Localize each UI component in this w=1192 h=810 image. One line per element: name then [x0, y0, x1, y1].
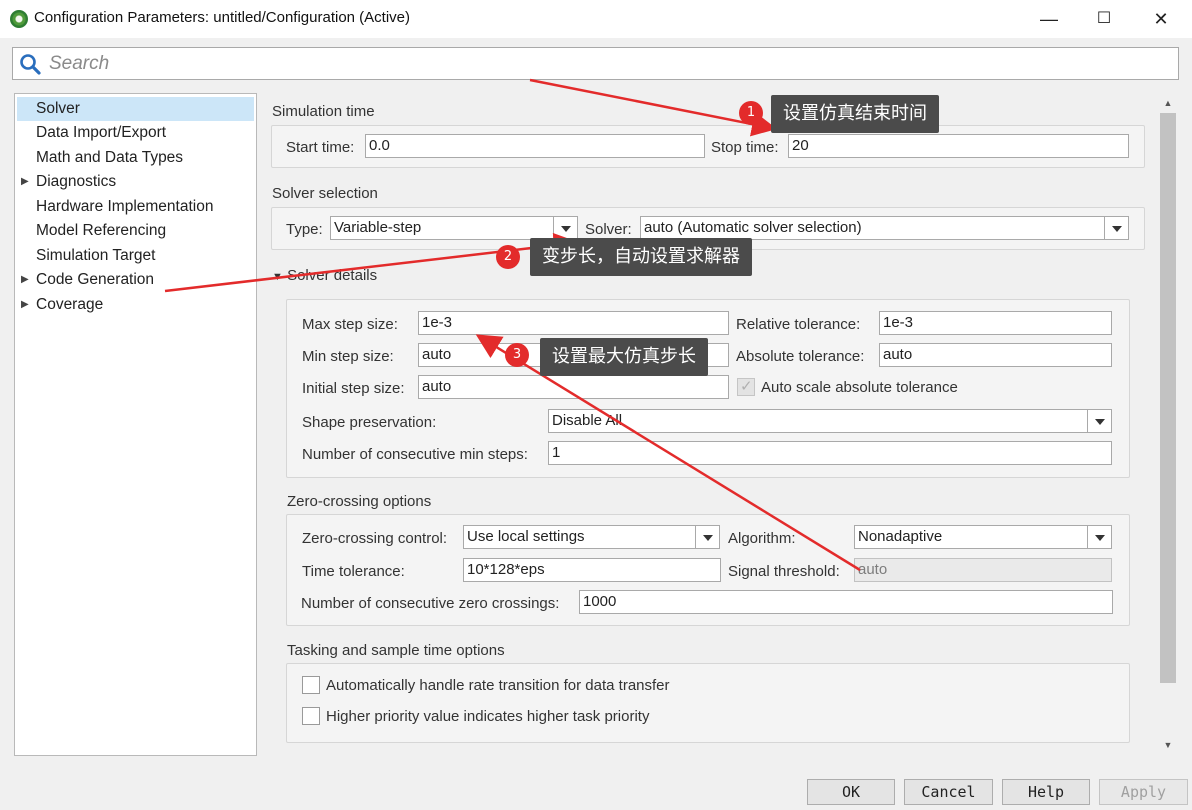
solver-dropdown[interactable]: auto (Automatic solver selection) — [640, 216, 1129, 240]
tree-item-label: Solver — [36, 100, 80, 117]
tree-item-model-referencing[interactable]: Model Referencing — [15, 219, 253, 243]
scroll-down-icon[interactable]: ▼ — [1160, 738, 1176, 752]
task-priority-label: Higher priority value indicates higher t… — [326, 708, 650, 725]
expand-arrow-icon[interactable]: ▶ — [21, 170, 29, 194]
solver-details-toggle[interactable]: ▼ Solver details — [272, 267, 377, 284]
collapse-arrow-icon[interactable]: ▼ — [272, 271, 283, 283]
start-time-field[interactable]: 0.0 — [365, 134, 705, 158]
absolute-tolerance-label: Absolute tolerance: — [736, 348, 865, 365]
scroll-up-icon[interactable]: ▲ — [1160, 96, 1176, 110]
cancel-button[interactable]: Cancel — [904, 779, 993, 805]
tree-item-label: Data Import/Export — [36, 124, 167, 141]
apply-button[interactable]: Apply — [1099, 779, 1188, 805]
chevron-down-icon[interactable] — [1087, 410, 1111, 432]
window-title: Configuration Parameters: untitled/Confi… — [34, 9, 411, 26]
stop-time-field[interactable]: 20 — [788, 134, 1129, 158]
annotation-callout-1: 设置仿真结束时间 — [771, 95, 939, 133]
search-box[interactable] — [12, 47, 1179, 80]
close-button[interactable]: ✕ — [1138, 4, 1184, 34]
simulation-time-title: Simulation time — [272, 103, 375, 120]
solver-type-dropdown[interactable]: Variable-step — [330, 216, 578, 240]
signal-threshold-field: auto — [854, 558, 1112, 582]
algorithm-dropdown[interactable]: Nonadaptive — [854, 525, 1112, 549]
stop-time-label: Stop time: — [711, 139, 779, 156]
max-step-field[interactable]: 1e-3 — [418, 311, 729, 335]
max-step-label: Max step size: — [302, 316, 398, 333]
consecutive-zero-crossings-field[interactable]: 1000 — [579, 590, 1113, 614]
tree-item-label: Coverage — [36, 296, 104, 313]
min-step-label: Min step size: — [302, 348, 394, 365]
title-bar: Configuration Parameters: untitled/Confi… — [0, 0, 1192, 38]
scrollbar-thumb[interactable] — [1160, 113, 1176, 683]
shape-preservation-label: Shape preservation: — [302, 414, 437, 431]
ok-button[interactable]: OK — [807, 779, 895, 805]
initial-step-label: Initial step size: — [302, 380, 405, 397]
zero-crossing-control-dropdown[interactable]: Use local settings — [463, 525, 720, 549]
consecutive-zero-crossings-label: Number of consecutive zero crossings: — [301, 595, 560, 612]
solver-details-title: Solver details — [287, 267, 378, 284]
category-tree: Solver Data Import/Export Math and Data … — [14, 93, 257, 756]
tree-item-label: Simulation Target — [36, 247, 156, 264]
tree-item-solver[interactable]: Solver — [17, 97, 254, 121]
annotation-callout-3: 设置最大仿真步长 — [540, 338, 708, 376]
relative-tolerance-field[interactable]: 1e-3 — [879, 311, 1112, 335]
consecutive-min-steps-label: Number of consecutive min steps: — [302, 446, 528, 463]
tree-item-label: Model Referencing — [36, 222, 167, 239]
absolute-tolerance-field[interactable]: auto — [879, 343, 1112, 367]
tasking-group — [286, 663, 1130, 743]
matlab-app-icon — [10, 10, 28, 28]
tree-item-hardware-implementation[interactable]: Hardware Implementation — [15, 195, 253, 219]
tree-item-label: Code Generation — [36, 271, 155, 288]
annotation-badge-3: 3 — [505, 343, 529, 367]
shape-preservation-dropdown[interactable]: Disable All — [548, 409, 1112, 433]
algorithm-label: Algorithm: — [728, 530, 796, 547]
shape-preservation-value: Disable All — [552, 412, 623, 429]
expand-arrow-icon[interactable]: ▶ — [21, 293, 29, 317]
zero-crossing-control-value: Use local settings — [467, 528, 585, 545]
zero-crossing-control-label: Zero-crossing control: — [302, 530, 448, 547]
solver-type-value: Variable-step — [334, 219, 422, 236]
tree-item-label: Math and Data Types — [36, 149, 184, 166]
annotation-badge-2: 2 — [496, 245, 520, 269]
signal-threshold-label: Signal threshold: — [728, 563, 840, 580]
tree-item-coverage[interactable]: ▶ Coverage — [15, 293, 253, 317]
tree-item-label: Diagnostics — [36, 173, 117, 190]
solver-type-label: Type: — [286, 221, 323, 238]
relative-tolerance-label: Relative tolerance: — [736, 316, 861, 333]
tree-item-code-generation[interactable]: ▶ Code Generation — [15, 268, 253, 292]
solver-value: auto (Automatic solver selection) — [644, 219, 862, 236]
chevron-down-icon[interactable] — [1104, 217, 1128, 239]
tree-item-label: Hardware Implementation — [36, 198, 214, 215]
chevron-down-icon[interactable] — [695, 526, 719, 548]
chevron-down-icon[interactable] — [553, 217, 577, 239]
time-tolerance-label: Time tolerance: — [302, 563, 405, 580]
algorithm-value: Nonadaptive — [858, 528, 943, 545]
tree-item-simulation-target[interactable]: Simulation Target — [15, 244, 253, 268]
search-input[interactable] — [47, 51, 1147, 77]
rate-transition-label: Automatically handle rate transition for… — [326, 677, 670, 694]
time-tolerance-field[interactable]: 10*128*eps — [463, 558, 721, 582]
consecutive-min-steps-field[interactable]: 1 — [548, 441, 1112, 465]
minimize-button[interactable]: — — [1026, 4, 1072, 34]
tree-item-diagnostics[interactable]: ▶ Diagnostics — [15, 170, 253, 194]
auto-scale-tolerance-label: Auto scale absolute tolerance — [761, 379, 958, 396]
help-button[interactable]: Help — [1002, 779, 1090, 805]
auto-scale-tolerance-checkbox[interactable] — [737, 377, 755, 396]
solver-label: Solver: — [585, 221, 632, 238]
tree-item-math-data-types[interactable]: Math and Data Types — [15, 146, 253, 170]
task-priority-checkbox[interactable] — [302, 707, 320, 725]
rate-transition-checkbox[interactable] — [302, 676, 320, 694]
initial-step-field[interactable]: auto — [418, 375, 729, 399]
tree-item-data-import-export[interactable]: Data Import/Export — [15, 121, 253, 145]
zero-crossing-title: Zero-crossing options — [287, 493, 432, 510]
solver-selection-title: Solver selection — [272, 185, 378, 202]
annotation-callout-2: 变步长，自动设置求解器 — [530, 238, 752, 276]
chevron-down-icon[interactable] — [1087, 526, 1111, 548]
tasking-title: Tasking and sample time options — [287, 642, 505, 659]
search-icon — [20, 54, 41, 75]
start-time-label: Start time: — [286, 139, 355, 156]
annotation-badge-1: 1 — [739, 101, 763, 125]
maximize-button[interactable]: ☐ — [1081, 4, 1127, 34]
expand-arrow-icon[interactable]: ▶ — [21, 268, 29, 292]
